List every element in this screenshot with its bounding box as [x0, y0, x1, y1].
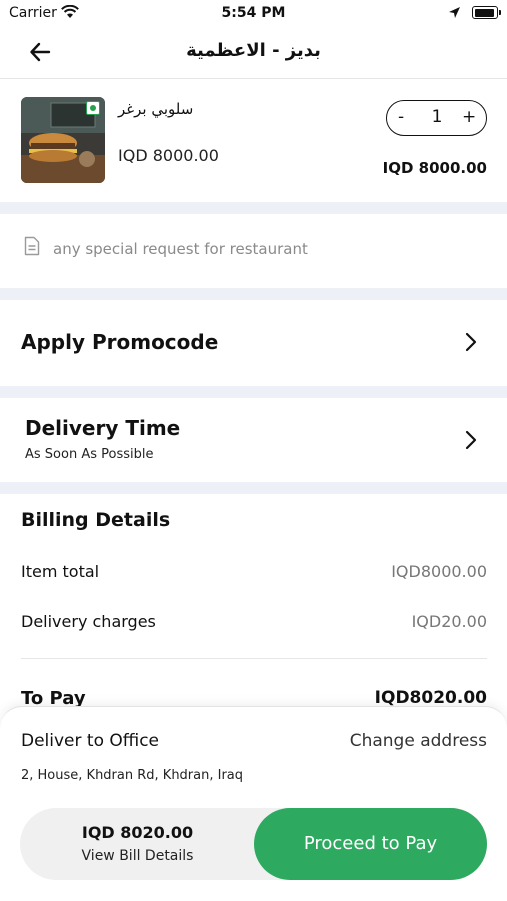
clock: 5:54 PM — [221, 5, 286, 21]
bill-total: IQD 8020.00 — [81, 823, 194, 842]
item-unit-price: IQD 8000.00 — [118, 146, 219, 165]
restaurant-title: بديز - الاعظمية — [186, 40, 321, 61]
battery-icon — [472, 6, 501, 19]
quantity-stepper: - 1 + — [386, 100, 487, 136]
item-total-label: Item total — [21, 562, 100, 581]
chevron-right-icon — [465, 430, 477, 450]
delivery-time-label: Delivery Time — [25, 416, 181, 440]
view-bill-details-link[interactable]: View Bill Details — [20, 848, 255, 864]
section-divider — [0, 202, 507, 214]
billing-divider — [21, 658, 487, 659]
delivery-address: 2, House, Khdran Rd, Khdran, Iraq — [21, 768, 244, 783]
decrease-quantity-button[interactable]: - — [398, 107, 404, 127]
billing-details-title: Billing Details — [21, 509, 171, 531]
special-request-input[interactable]: any special request for restaurant — [53, 240, 308, 258]
to-pay-value: IQD8020.00 — [374, 688, 487, 708]
increase-quantity-button[interactable]: + — [462, 107, 476, 127]
section-divider — [0, 386, 507, 398]
proceed-to-pay-button[interactable]: Proceed to Pay — [254, 808, 487, 880]
delivery-charges-value: IQD20.00 — [411, 612, 487, 631]
section-divider — [0, 288, 507, 300]
location-arrow-icon — [449, 7, 460, 18]
header: بديز - الاعظمية — [0, 28, 507, 79]
chevron-right-icon — [465, 332, 477, 352]
document-icon — [24, 236, 40, 256]
section-divider — [0, 482, 507, 494]
delivery-time-row[interactable] — [0, 398, 507, 482]
item-line-total: IQD 8000.00 — [382, 159, 487, 177]
delivery-charges-label: Delivery charges — [21, 612, 156, 631]
deliver-to-label: Deliver to Office — [21, 731, 160, 751]
status-bar: Carrier 5:54 PM — [0, 0, 507, 28]
veg-indicator-icon — [86, 101, 100, 115]
item-name: سلوبي برغر — [118, 100, 194, 118]
quantity-value: 1 — [431, 107, 443, 127]
item-total-value: IQD8000.00 — [391, 562, 487, 581]
delivery-time-value: As Soon As Possible — [25, 447, 154, 462]
promocode-label: Apply Promocode — [21, 330, 219, 354]
change-address-link[interactable]: Change address — [350, 731, 487, 751]
